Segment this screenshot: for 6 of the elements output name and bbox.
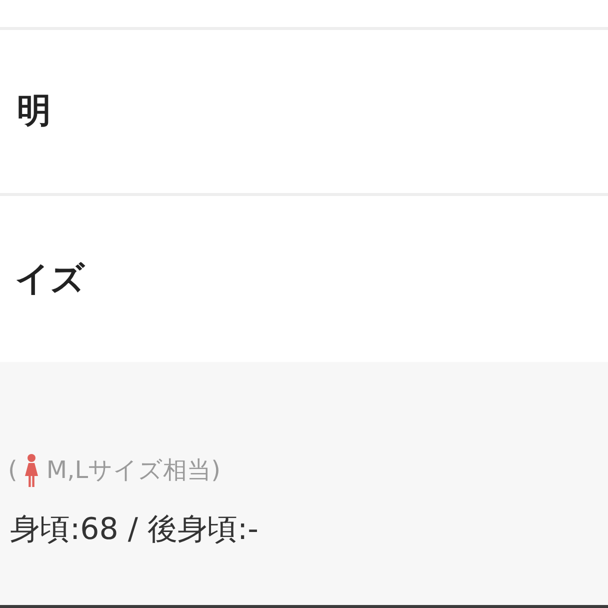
section-heading: 明 <box>17 91 51 132</box>
measurements-text: 身頃:68 / 後身頃:- <box>9 511 260 549</box>
section-heading: イズ <box>15 258 85 300</box>
parenthesis-text: ( <box>8 455 18 486</box>
woman-figure-icon <box>25 454 38 486</box>
size-note-text: M,Lサイズ相当) <box>46 455 220 486</box>
